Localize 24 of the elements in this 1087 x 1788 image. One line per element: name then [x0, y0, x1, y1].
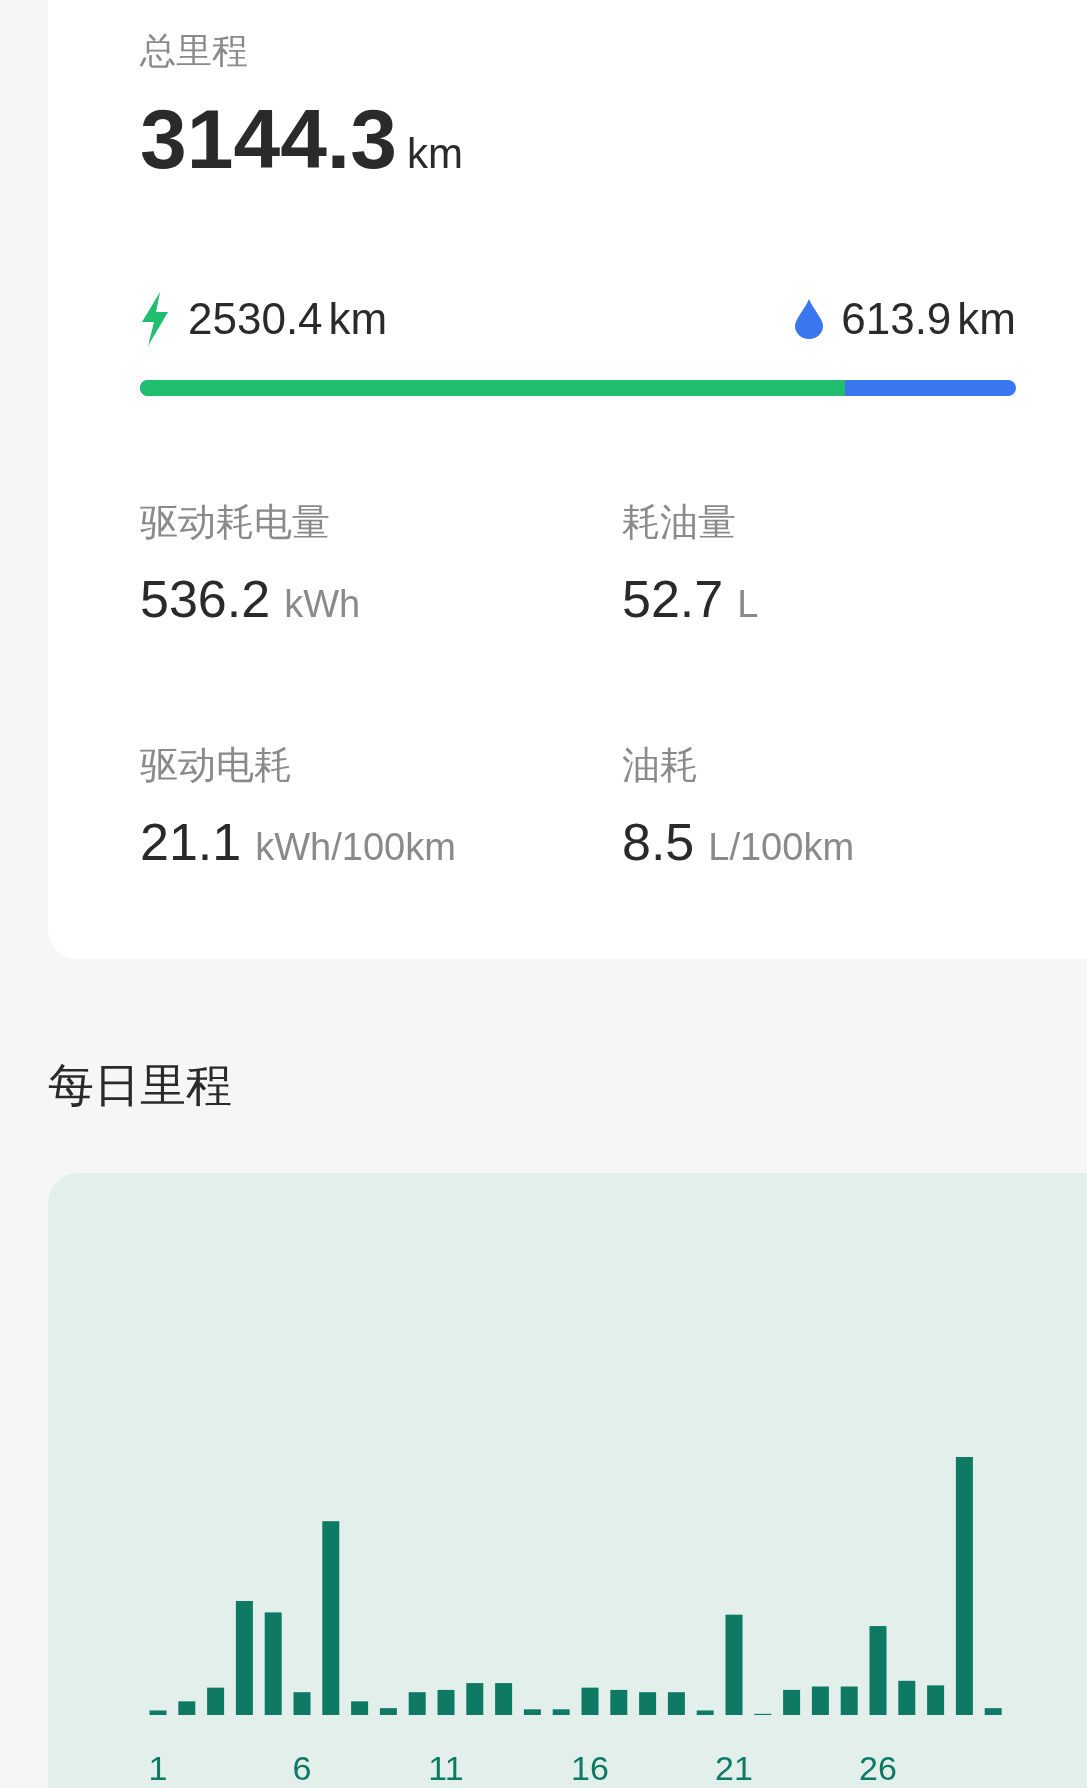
axis-label: 26 — [859, 1748, 897, 1788]
axis-label: 16 — [571, 1748, 609, 1788]
stat-unit: L/100km — [708, 826, 855, 869]
stat-unit: kWh — [284, 583, 361, 626]
total-mileage-label: 总里程 — [140, 29, 249, 73]
stat-unit: kWh/100km — [255, 826, 456, 869]
axis-label: 11 — [428, 1748, 464, 1788]
fuel-mileage: 613.9 km — [841, 294, 1016, 344]
axis-label: 21 — [715, 1748, 753, 1788]
stat-value: 536.2 — [140, 569, 271, 629]
stat-label: 耗油量 — [622, 500, 737, 545]
stat-value: 8.5 — [622, 812, 695, 872]
stat-value: 52.7 — [622, 569, 724, 629]
stat-label: 油耗 — [622, 743, 699, 788]
electric-mileage: 2530.4 km — [188, 294, 388, 344]
total-mileage-value: 3144.3 — [140, 91, 397, 188]
axis-label: 1 — [148, 1748, 168, 1788]
total-mileage-unit: km — [406, 130, 463, 178]
stat-label: 驱动耗电量 — [140, 500, 331, 545]
stat-value: 21.1 — [140, 812, 242, 872]
section-title: 每日里程 — [48, 1058, 233, 1113]
stat-unit: L — [737, 583, 759, 626]
stat-label: 驱动电耗 — [140, 743, 293, 788]
axis-label: 6 — [292, 1748, 312, 1788]
